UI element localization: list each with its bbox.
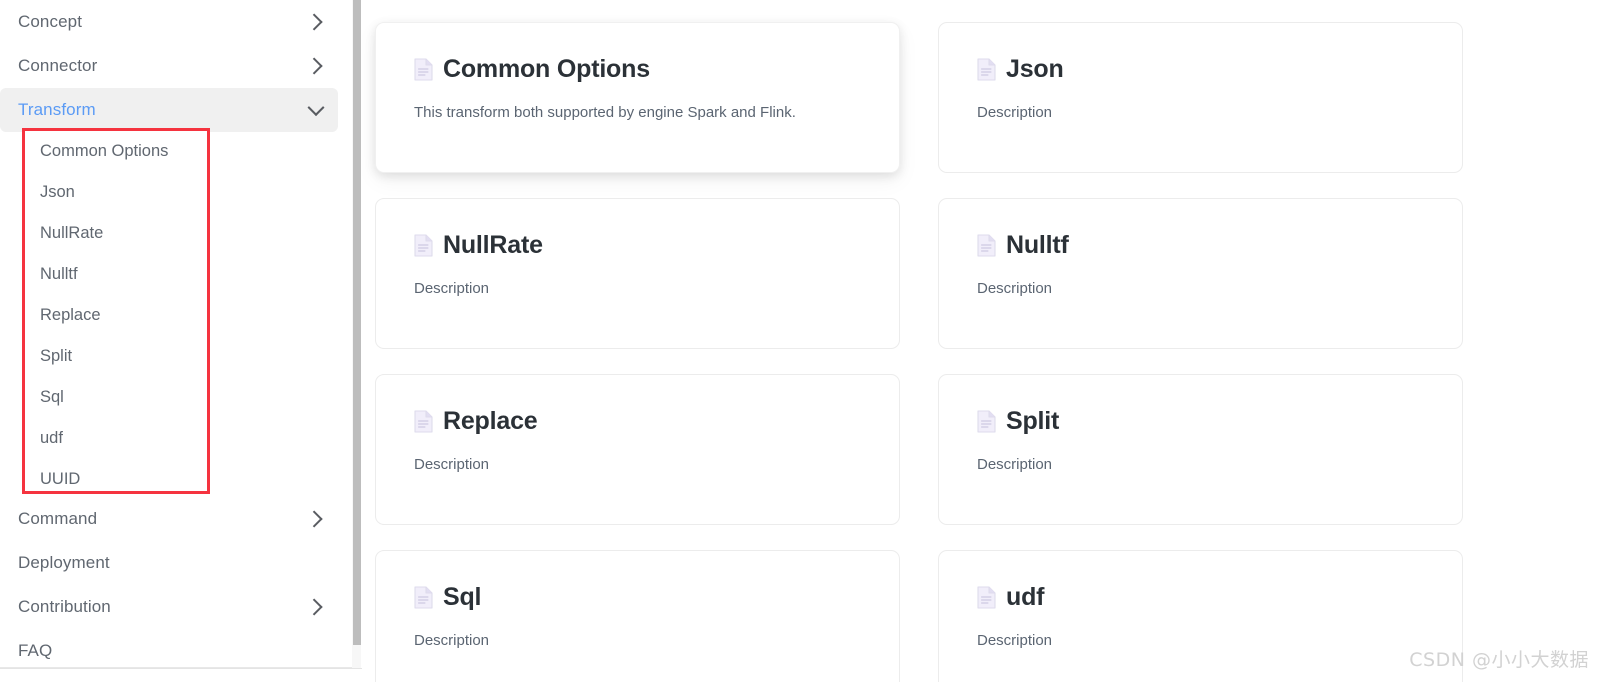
submenu-item-replace[interactable]: Replace bbox=[25, 295, 207, 336]
card-sql[interactable]: Sql Description bbox=[375, 550, 900, 682]
card-nulltf[interactable]: Nulltf Description bbox=[938, 198, 1463, 349]
card-title: Nulltf bbox=[1006, 231, 1069, 259]
card-description: Description bbox=[977, 632, 1053, 649]
card-title: Sql bbox=[443, 583, 482, 611]
document-icon bbox=[414, 58, 433, 81]
card-title: Json bbox=[1006, 55, 1064, 83]
sidebar-item-concept[interactable]: Concept bbox=[0, 0, 338, 44]
card-description: Description bbox=[414, 632, 490, 649]
chevron-right-icon[interactable] bbox=[308, 511, 324, 527]
sidebar-item-deployment[interactable]: Deployment bbox=[0, 541, 338, 585]
submenu-item-split[interactable]: Split bbox=[25, 336, 207, 377]
sidebar-bottom-divider bbox=[0, 668, 362, 669]
card-description: Description bbox=[414, 280, 490, 297]
document-icon bbox=[977, 410, 996, 433]
app-root: Concept Connector Transform Common Optio… bbox=[0, 0, 1603, 682]
submenu-item-sql[interactable]: Sql bbox=[25, 377, 207, 418]
sidebar-item-faq[interactable]: FAQ bbox=[0, 629, 338, 667]
card-header: Nulltf bbox=[977, 231, 1424, 260]
card-title: udf bbox=[1006, 583, 1045, 611]
sidebar-item-label: Deployment bbox=[18, 553, 110, 572]
sidebar-nav-bottom: Command Deployment Contribution FAQ bbox=[0, 497, 338, 667]
submenu-item-common-options[interactable]: Common Options bbox=[25, 131, 207, 172]
sidebar-item-label: Command bbox=[18, 509, 98, 528]
chevron-down-icon[interactable] bbox=[308, 102, 324, 118]
card-description: Description bbox=[414, 456, 490, 473]
card-json[interactable]: Json Description bbox=[938, 22, 1463, 173]
card-replace[interactable]: Replace Description bbox=[375, 374, 900, 525]
card-common-options[interactable]: Common Options This transform both suppo… bbox=[375, 22, 900, 173]
card-description: Description bbox=[977, 456, 1053, 473]
sidebar-item-label: Connector bbox=[18, 56, 98, 75]
card-title: Split bbox=[1006, 407, 1060, 435]
document-icon bbox=[977, 58, 996, 81]
submenu-item-nullrate[interactable]: NullRate bbox=[25, 213, 207, 254]
card-header: Split bbox=[977, 407, 1424, 436]
card-header: Sql bbox=[414, 583, 861, 612]
card-nullrate[interactable]: NullRate Description bbox=[375, 198, 900, 349]
card-header: Json bbox=[977, 55, 1424, 84]
chevron-right-icon[interactable] bbox=[308, 599, 324, 615]
document-icon bbox=[414, 234, 433, 257]
content-area: Common Options This transform both suppo… bbox=[362, 0, 1603, 682]
document-icon bbox=[414, 586, 433, 609]
card-description: This transform both supported by engine … bbox=[414, 104, 796, 121]
card-udf[interactable]: udf Description bbox=[938, 550, 1463, 682]
sidebar-item-label: Contribution bbox=[18, 597, 111, 616]
submenu-item-udf[interactable]: udf bbox=[25, 418, 207, 459]
card-header: NullRate bbox=[414, 231, 861, 260]
card-title: Common Options bbox=[443, 55, 650, 83]
sidebar-item-contribution[interactable]: Contribution bbox=[0, 585, 338, 629]
sidebar-nav-top: Concept Connector Transform bbox=[0, 0, 338, 132]
card-title: Replace bbox=[443, 407, 538, 435]
card-title: NullRate bbox=[443, 231, 543, 259]
document-icon bbox=[977, 234, 996, 257]
sidebar-item-connector[interactable]: Connector bbox=[0, 44, 338, 88]
card-description: Description bbox=[977, 104, 1053, 121]
chevron-right-icon[interactable] bbox=[308, 58, 324, 74]
card-header: Common Options bbox=[414, 55, 861, 84]
chevron-right-icon[interactable] bbox=[308, 14, 324, 30]
sidebar-item-label: Concept bbox=[18, 12, 83, 31]
transform-submenu-highlight-box: Common Options Json NullRate Nulltf Repl… bbox=[22, 128, 210, 494]
document-icon bbox=[977, 586, 996, 609]
sidebar: Concept Connector Transform Common Optio… bbox=[0, 0, 355, 668]
card-split[interactable]: Split Description bbox=[938, 374, 1463, 525]
sidebar-item-command[interactable]: Command bbox=[0, 497, 338, 541]
sidebar-scrollbar-thumb[interactable] bbox=[353, 0, 361, 645]
submenu-item-nulltf[interactable]: Nulltf bbox=[25, 254, 207, 295]
card-header: udf bbox=[977, 583, 1424, 612]
sidebar-item-label: FAQ bbox=[18, 641, 53, 660]
card-description: Description bbox=[977, 280, 1053, 297]
card-header: Replace bbox=[414, 407, 861, 436]
submenu-item-uuid[interactable]: UUID bbox=[25, 459, 207, 500]
sidebar-item-transform[interactable]: Transform bbox=[0, 88, 338, 132]
transform-card-grid: Common Options This transform both suppo… bbox=[375, 22, 1490, 682]
submenu-item-json[interactable]: Json bbox=[25, 172, 207, 213]
document-icon bbox=[414, 410, 433, 433]
sidebar-item-label: Transform bbox=[18, 100, 96, 119]
